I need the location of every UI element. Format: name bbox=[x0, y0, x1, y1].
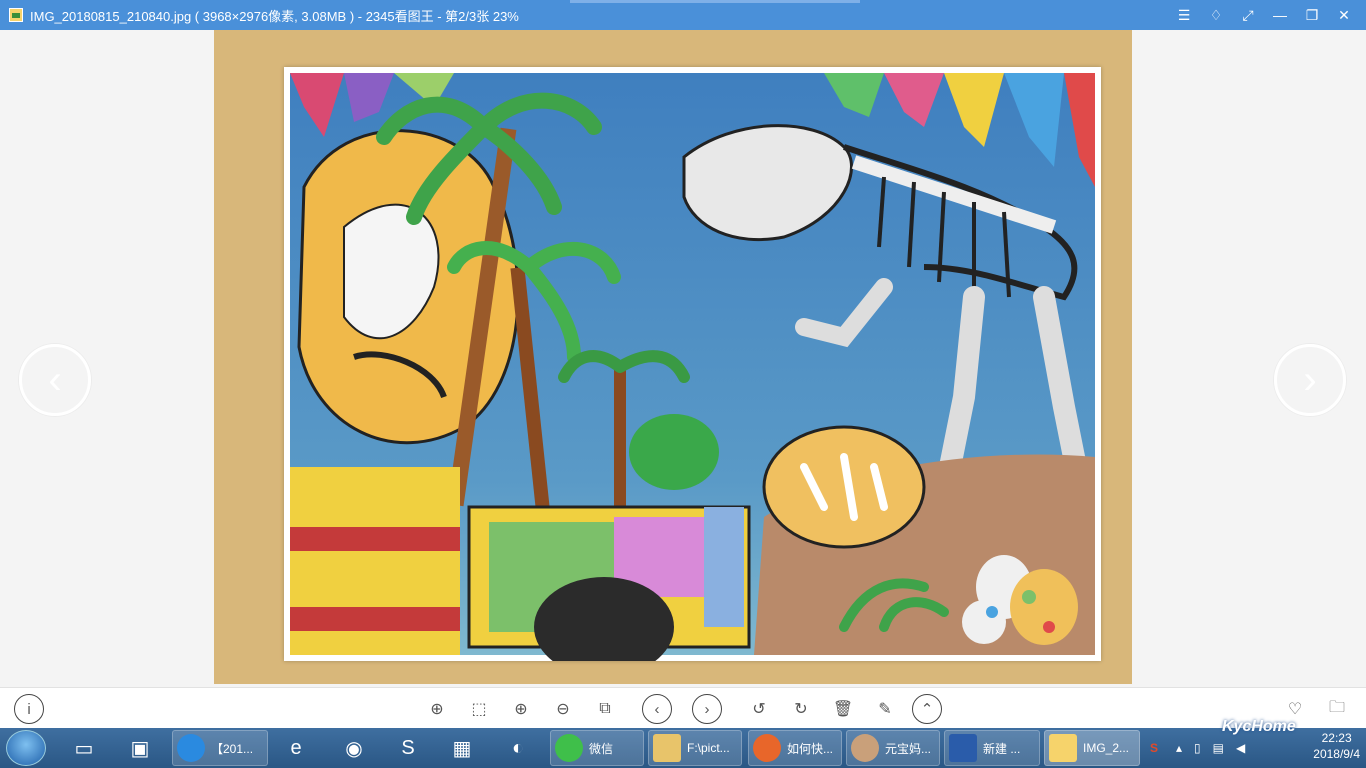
menu-icon[interactable]: ☰ bbox=[1168, 0, 1200, 30]
window-switch-icon[interactable]: ▣ bbox=[120, 731, 160, 765]
fit-window-icon[interactable]: ⬚ bbox=[466, 696, 492, 722]
task-image-viewer[interactable]: IMG_2... bbox=[1044, 730, 1140, 766]
dinosaur-drawing bbox=[290, 73, 1095, 677]
more-icon[interactable]: ⌃ bbox=[912, 694, 942, 724]
displayed-photo[interactable] bbox=[214, 30, 1132, 684]
rotate-right-icon[interactable]: ↻ bbox=[788, 696, 814, 722]
previous-image-button[interactable]: ‹ bbox=[19, 344, 91, 416]
app-icon bbox=[9, 8, 23, 22]
volume-tray-icon[interactable]: ◀ bbox=[1236, 741, 1245, 755]
title-drag-strip[interactable] bbox=[570, 0, 860, 3]
next-image-button[interactable]: › bbox=[1274, 344, 1346, 416]
info-icon[interactable]: i bbox=[14, 694, 44, 724]
sogou-tray-icon[interactable]: S bbox=[1150, 741, 1158, 755]
edit-icon[interactable]: ✎ bbox=[872, 696, 898, 722]
open-folder-icon[interactable]: 🗀 bbox=[1324, 696, 1350, 722]
tray-expand-icon[interactable]: ▴ bbox=[1176, 741, 1182, 755]
ie-pinned-icon[interactable]: e bbox=[276, 731, 316, 765]
sogou-icon[interactable]: S bbox=[388, 731, 428, 765]
restore-button[interactable]: ❐ bbox=[1296, 0, 1328, 30]
minimize-button[interactable]: — bbox=[1264, 0, 1296, 30]
browser-task-icon bbox=[753, 734, 781, 762]
folder-icon bbox=[653, 734, 681, 762]
delete-icon[interactable]: 🗑 bbox=[830, 696, 856, 722]
taskbar-clock[interactable]: 22:23 2018/9/4 bbox=[1313, 730, 1360, 762]
task-explorer[interactable]: F:\pict... bbox=[648, 730, 742, 766]
chrome-icon[interactable]: ◉ bbox=[334, 731, 374, 765]
windows-taskbar: ▭ ▣ 【201... e ◉ S ▦ ◐ 微信 F:\pict... 如何快.… bbox=[0, 728, 1366, 768]
window-controls: ☰ ♢ ⤢ — ❐ ✕ bbox=[1168, 0, 1360, 30]
chat-avatar-icon bbox=[851, 734, 879, 762]
desktop-icon[interactable]: ▭ bbox=[64, 731, 104, 765]
image-viewer-icon bbox=[1049, 734, 1077, 762]
device-tray-icon[interactable]: ▯ bbox=[1194, 741, 1201, 755]
task-word[interactable]: 新建 ... bbox=[944, 730, 1040, 766]
fullscreen-icon[interactable]: ⤢ bbox=[1232, 0, 1264, 30]
zoom-in-icon[interactable]: ⊕ bbox=[508, 696, 534, 722]
next-icon[interactable]: › bbox=[692, 694, 722, 724]
previous-icon[interactable]: ‹ bbox=[642, 694, 672, 724]
zoom-out-icon[interactable]: ⊖ bbox=[550, 696, 576, 722]
task-browser[interactable]: 如何快... bbox=[748, 730, 842, 766]
task-ie-window[interactable]: 【201... bbox=[172, 730, 268, 766]
calculator-icon[interactable]: ▦ bbox=[442, 731, 482, 765]
skin-icon[interactable]: ♢ bbox=[1200, 0, 1232, 30]
watermark-logo: KycHome bbox=[1222, 718, 1296, 735]
close-button[interactable]: ✕ bbox=[1328, 0, 1360, 30]
title-bar: IMG_20180815_210840.jpg ( 3968×2976像素, 3… bbox=[0, 0, 1366, 30]
ie-icon bbox=[177, 734, 205, 762]
task-wechat[interactable]: 微信 bbox=[550, 730, 644, 766]
network-tray-icon[interactable]: ▤ bbox=[1213, 741, 1224, 755]
wechat-icon bbox=[555, 734, 583, 762]
window-title: IMG_20180815_210840.jpg ( 3968×2976像素, 3… bbox=[30, 8, 519, 24]
image-viewport[interactable]: ‹ › bbox=[0, 30, 1366, 687]
clock-time: 22:23 bbox=[1321, 731, 1352, 745]
viewer-toolbar: i ⊕ ⬚ ⊕ ⊖ ⧉ ‹ › ↺ ↻ 🗑 ✎ ⌃ ♡ 🗀 bbox=[0, 687, 1366, 728]
clock-date: 2018/9/4 bbox=[1313, 747, 1360, 761]
start-button[interactable] bbox=[6, 730, 46, 766]
browser-icon[interactable]: ◐ bbox=[498, 731, 538, 765]
task-chat[interactable]: 元宝妈... bbox=[846, 730, 940, 766]
word-icon bbox=[949, 734, 977, 762]
pin-icon[interactable]: ⊕ bbox=[424, 696, 450, 722]
drawing-paper bbox=[284, 67, 1101, 677]
rotate-left-icon[interactable]: ↺ bbox=[746, 696, 772, 722]
actual-size-icon[interactable]: ⧉ bbox=[592, 696, 618, 722]
